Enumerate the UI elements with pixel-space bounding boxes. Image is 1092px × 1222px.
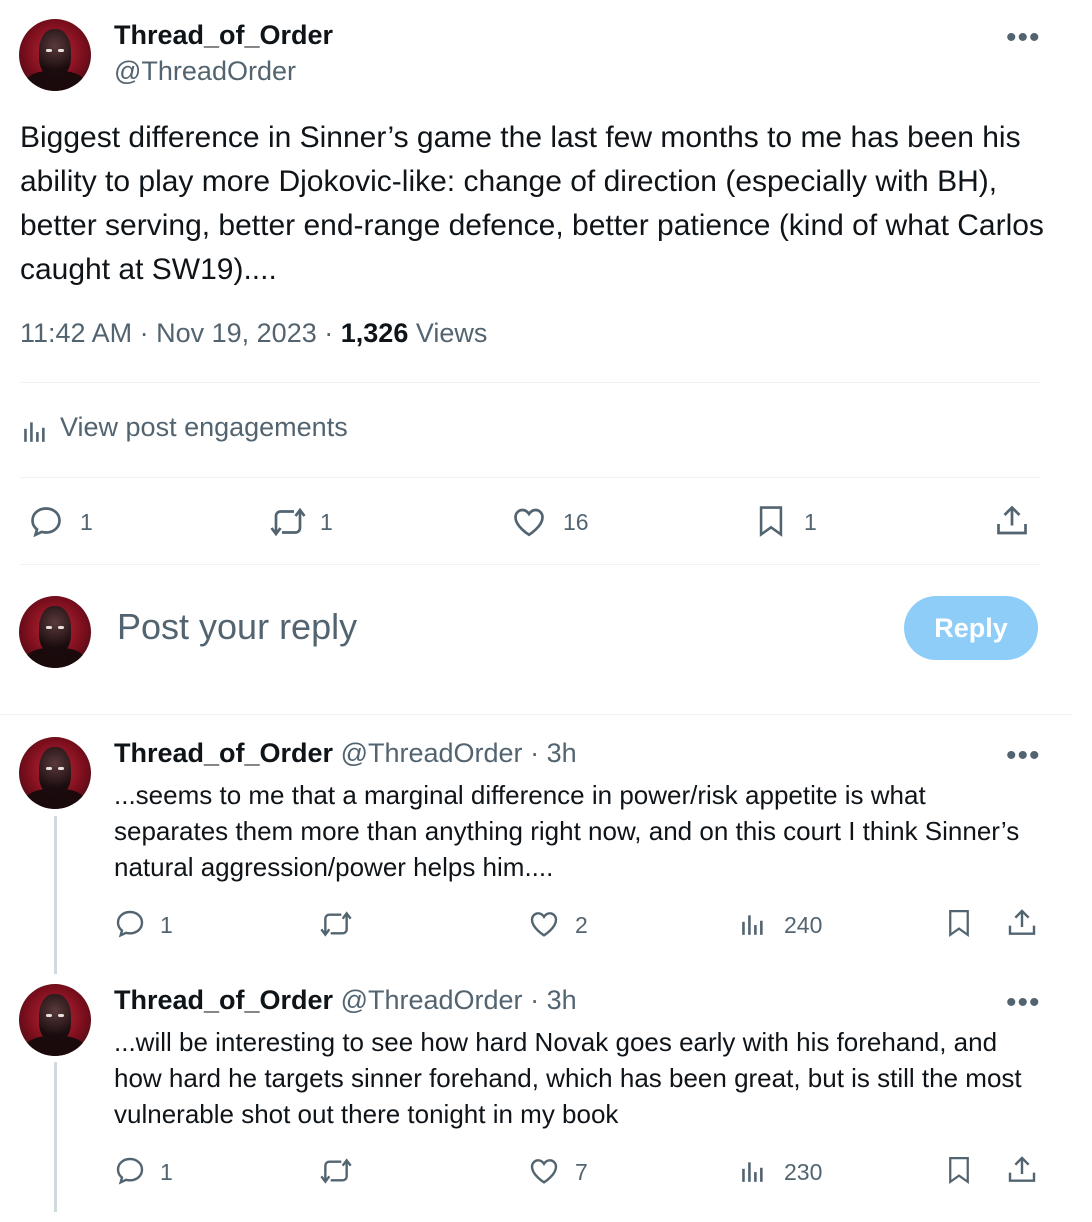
- reply-header: Thread_of_Order @ThreadOrder · 3h: [114, 738, 577, 769]
- reply-icon[interactable]: [114, 908, 146, 940]
- like-icon[interactable]: [510, 504, 548, 540]
- repost-icon[interactable]: [318, 1155, 354, 1187]
- share-icon[interactable]: [994, 502, 1030, 540]
- reply-count: 1: [80, 509, 93, 535]
- divider: [20, 382, 1040, 383]
- views-count: 1,326: [340, 318, 409, 348]
- meta-dot: ·: [324, 318, 334, 348]
- reply-author-handle[interactable]: @ThreadOrder: [341, 985, 523, 1015]
- like-count: 2: [575, 912, 588, 938]
- share-icon[interactable]: [1006, 1153, 1038, 1187]
- author-handle[interactable]: @ThreadOrder: [114, 56, 296, 87]
- analytics-icon[interactable]: [740, 910, 766, 938]
- reply-icon[interactable]: [114, 1155, 146, 1187]
- like-count: 16: [563, 509, 589, 535]
- views-count: 230: [784, 1159, 823, 1185]
- like-count: 7: [575, 1159, 588, 1185]
- user-avatar[interactable]: [19, 596, 91, 668]
- divider: [20, 477, 1040, 478]
- reply-count: 1: [160, 912, 173, 938]
- repost-count: 1: [320, 509, 333, 535]
- author-avatar[interactable]: [19, 19, 91, 91]
- bookmark-count: 1: [804, 509, 817, 535]
- post-time[interactable]: 11:42 AM: [20, 318, 132, 348]
- reply-count: 1: [160, 1159, 173, 1185]
- reply-input[interactable]: Post your reply: [117, 606, 357, 648]
- repost-icon[interactable]: [268, 504, 308, 540]
- divider: [20, 564, 1040, 565]
- reply-icon[interactable]: [28, 504, 64, 540]
- reply-author-name[interactable]: Thread_of_Order: [114, 985, 333, 1015]
- analytics-icon[interactable]: [740, 1157, 766, 1185]
- meta-dot: ·: [139, 318, 149, 348]
- reply-avatar[interactable]: [19, 984, 91, 1056]
- reply-author-name[interactable]: Thread_of_Order: [114, 738, 333, 768]
- bookmark-icon[interactable]: [944, 1153, 974, 1187]
- divider: [0, 714, 1072, 715]
- thread-line: [54, 1062, 57, 1212]
- analytics-icon: [24, 422, 45, 442]
- reply-time[interactable]: · 3h: [530, 985, 577, 1015]
- repost-icon[interactable]: [318, 908, 354, 940]
- more-options-icon[interactable]: •••: [1006, 741, 1041, 771]
- bookmark-icon[interactable]: [754, 502, 788, 540]
- more-options-icon[interactable]: •••: [1006, 988, 1041, 1018]
- more-options-icon[interactable]: •••: [1006, 23, 1041, 53]
- bookmark-icon[interactable]: [944, 906, 974, 940]
- post-text: Biggest difference in Sinner’s game the …: [20, 121, 1044, 286]
- like-icon[interactable]: [527, 1155, 561, 1187]
- thread-line: [54, 816, 57, 974]
- view-engagements-label: View post engagements: [60, 412, 348, 442]
- reply-time[interactable]: · 3h: [530, 738, 577, 768]
- share-icon[interactable]: [1006, 906, 1038, 940]
- reply-text: ...seems to me that a marginal differenc…: [114, 780, 1020, 882]
- reply-avatar[interactable]: [19, 737, 91, 809]
- reply-author-handle[interactable]: @ThreadOrder: [341, 738, 523, 768]
- reply-button[interactable]: Reply: [904, 596, 1038, 660]
- post-meta: 11:42 AM · Nov 19, 2023 · 1,326 Views: [20, 318, 487, 349]
- author-name[interactable]: Thread_of_Order: [114, 20, 333, 51]
- views-count: 240: [784, 912, 823, 938]
- reply-header: Thread_of_Order @ThreadOrder · 3h: [114, 985, 577, 1016]
- views-label: Views: [415, 318, 488, 348]
- like-icon[interactable]: [527, 908, 561, 940]
- reply-text: ...will be interesting to see how hard N…: [114, 1027, 1022, 1129]
- post-date[interactable]: Nov 19, 2023: [156, 318, 317, 348]
